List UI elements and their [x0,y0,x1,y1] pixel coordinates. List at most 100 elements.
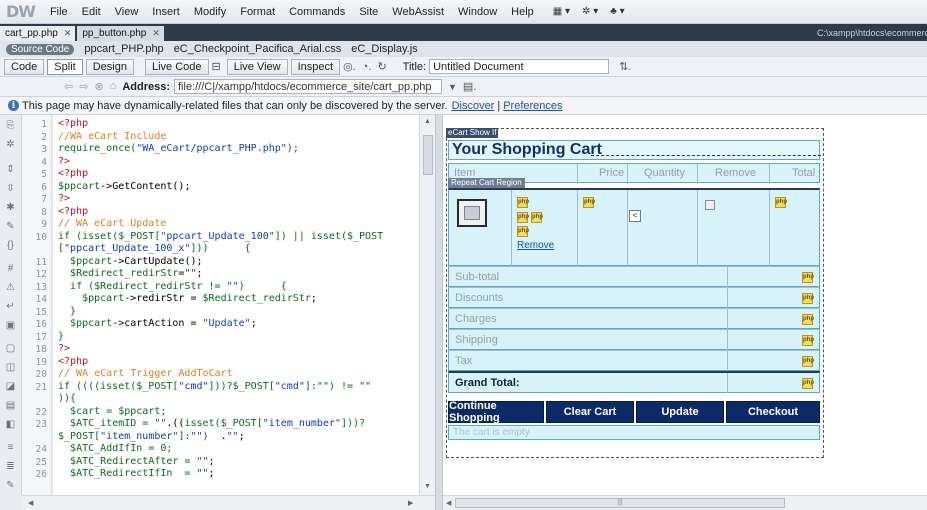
apply-comment-icon[interactable]: ▢ [3,342,19,355]
code-line[interactable]: $ATC_RedirectAfter = ""; [58,456,215,467]
cart-title[interactable]: Your Shopping Cart [448,140,821,160]
update-button[interactable]: Update [636,401,724,423]
menu-file[interactable]: File [43,6,75,18]
syntax-error-icon[interactable]: ▣ [3,319,19,332]
wrap-tag-icon[interactable]: ◪ [3,380,19,393]
word-wrap-icon[interactable]: ↵ [3,300,19,313]
php-icon[interactable]: php [802,314,814,325]
code-line[interactable]: require_once("WA_eCart/ppcart_PHP.php"); [58,143,299,154]
site-icon[interactable]: ♣ ▾ [610,6,624,17]
code-horizontal-scrollbar[interactable]: ◀ ▶ [22,495,435,510]
product-image-placeholder[interactable] [457,199,487,227]
code-line[interactable]: ?> [58,156,70,167]
checkout-button[interactable]: Checkout [726,401,820,423]
php-icon[interactable]: php [517,212,529,223]
code-line[interactable]: // WA eCart Trigger AddToCart [58,368,233,379]
design-view-button[interactable]: Design [85,58,134,75]
repeat-region-tag[interactable]: Repeat Cart Region [448,178,525,188]
menu-edit[interactable]: Edit [75,6,108,18]
code-vertical-scrollbar[interactable]: ▲ ▼ [419,115,435,495]
menu-insert[interactable]: Insert [145,6,187,18]
preferences-link[interactable]: Preferences [503,100,562,112]
code-line[interactable]: $_POST["item_number"]:"") .""; [58,431,245,442]
collapse-selection-icon[interactable]: ⇳ [3,182,19,195]
split-divider[interactable] [435,115,443,510]
php-icon[interactable]: php [775,197,787,208]
code-line[interactable]: } [58,306,76,317]
refresh-icon[interactable]: ↻ [377,60,386,73]
php-icon[interactable]: php [517,226,529,237]
related-file[interactable]: ppcart_PHP.php [84,43,163,55]
code-line[interactable]: if ($Redirect_redirStr != "") { [58,281,287,292]
view-options-icon[interactable]: ▤. [463,80,476,93]
code-line[interactable]: $ppcart->redirStr = $Redirect_redirStr; [58,293,317,304]
cart-show-if-tag[interactable]: eCart Show If [446,128,499,138]
related-file-source-code[interactable]: Source Code [6,43,75,55]
code-line[interactable]: if ((((isset($_POST["cmd"]))?$_POST["cmd… [58,381,371,392]
tab-pp-button[interactable]: pp_button.php ✕ [77,26,164,41]
scroll-left-icon[interactable]: ◀ [446,499,451,507]
select-parent-tag-icon[interactable]: ✎ [3,220,19,233]
remove-comment-icon[interactable]: ◫ [3,361,19,374]
close-icon[interactable]: ✕ [64,28,72,39]
show-code-navigator-icon[interactable]: ✲ [3,138,19,151]
code-line[interactable]: ?> [58,343,70,354]
line-numbers-icon[interactable]: # [3,262,19,275]
php-icon[interactable]: php [802,272,814,283]
continue-shopping-button[interactable]: Continue Shopping [448,400,544,424]
menu-modify[interactable]: Modify [187,6,233,18]
format-source-icon[interactable]: ✎ [3,479,19,492]
move-css-icon[interactable]: ◧ [3,418,19,431]
scroll-up-icon[interactable]: ▲ [424,118,431,125]
code-line[interactable]: $ATC_itemID = "".((isset($_POST["item_nu… [58,418,365,429]
code-line[interactable]: } [58,331,64,342]
back-icon[interactable]: ⇦ [64,80,73,93]
live-code-button[interactable]: Live Code [144,58,209,75]
title-input[interactable]: Untitled Document [429,59,610,74]
extend-icon[interactable]: ✲ ▾ [582,6,598,17]
code-view-button[interactable]: Code [4,58,45,75]
home-icon[interactable]: ⌂ [110,80,117,93]
menu-view[interactable]: View [108,6,146,18]
menu-help[interactable]: Help [504,6,541,18]
inspect-button[interactable]: Inspect [290,58,341,75]
menu-commands[interactable]: Commands [282,6,352,18]
code-line[interactable]: <?php [58,356,88,367]
design-horizontal-scrollbar[interactable]: ◀ ||| [443,495,927,510]
scroll-right-icon[interactable]: ▶ [408,499,413,507]
address-input[interactable]: file:///C|/xampp/htdocs/ecommerce_site/c… [174,79,442,94]
tab-cart-pp[interactable]: cart_pp.php ✕ [0,26,76,41]
menu-webassist[interactable]: WebAssist [385,6,451,18]
menu-format[interactable]: Format [233,6,282,18]
php-icon[interactable]: php [531,212,543,223]
code-line[interactable]: $ATC_RedirectIfIn = ""; [58,468,215,479]
menu-window[interactable]: Window [451,6,504,18]
php-icon[interactable]: php [583,197,595,208]
preview-icon[interactable]: ◔. [362,61,372,73]
scroll-thumb[interactable]: ||| [455,498,785,508]
discover-link[interactable]: Discover [452,100,495,112]
layout-icon[interactable]: ▦ ▾ [553,6,570,17]
outdent-icon[interactable]: ≣ [3,460,19,473]
scroll-thumb[interactable] [423,135,433,175]
code-line[interactable]: // WA eCart Update [58,218,166,229]
live-view-button[interactable]: Live View [226,58,288,75]
expand-all-icon[interactable]: ✱ [3,201,19,214]
code-line[interactable]: )){ [58,393,76,404]
code-editor[interactable]: <?php //WA eCart Include require_once("WA_… [53,115,419,495]
php-icon[interactable]: php [802,293,814,304]
code-line[interactable]: <?php [58,168,88,179]
file-management-icon[interactable]: ⇅. [619,60,631,73]
clear-cart-button[interactable]: Clear Cart [546,401,634,423]
compare-icon[interactable]: ⊟ [212,60,221,73]
code-line[interactable]: if (isset($_POST["ppcart_Update_100"]) |… [58,231,383,242]
php-icon[interactable]: php [517,197,529,208]
balance-braces-icon[interactable]: {} [3,239,19,252]
code-line[interactable]: $ppcart->CartUpdate(); [58,256,202,267]
code-line[interactable]: $ppcart->cartAction = "Update"; [58,318,257,329]
code-line[interactable]: $cart = $ppcart; [58,406,166,417]
recent-snippets-icon[interactable]: ▤ [3,399,19,412]
related-file[interactable]: eC_Display.js [351,43,417,55]
code-line[interactable]: ?> [58,193,70,204]
forward-icon[interactable]: ⇨ [79,80,88,93]
